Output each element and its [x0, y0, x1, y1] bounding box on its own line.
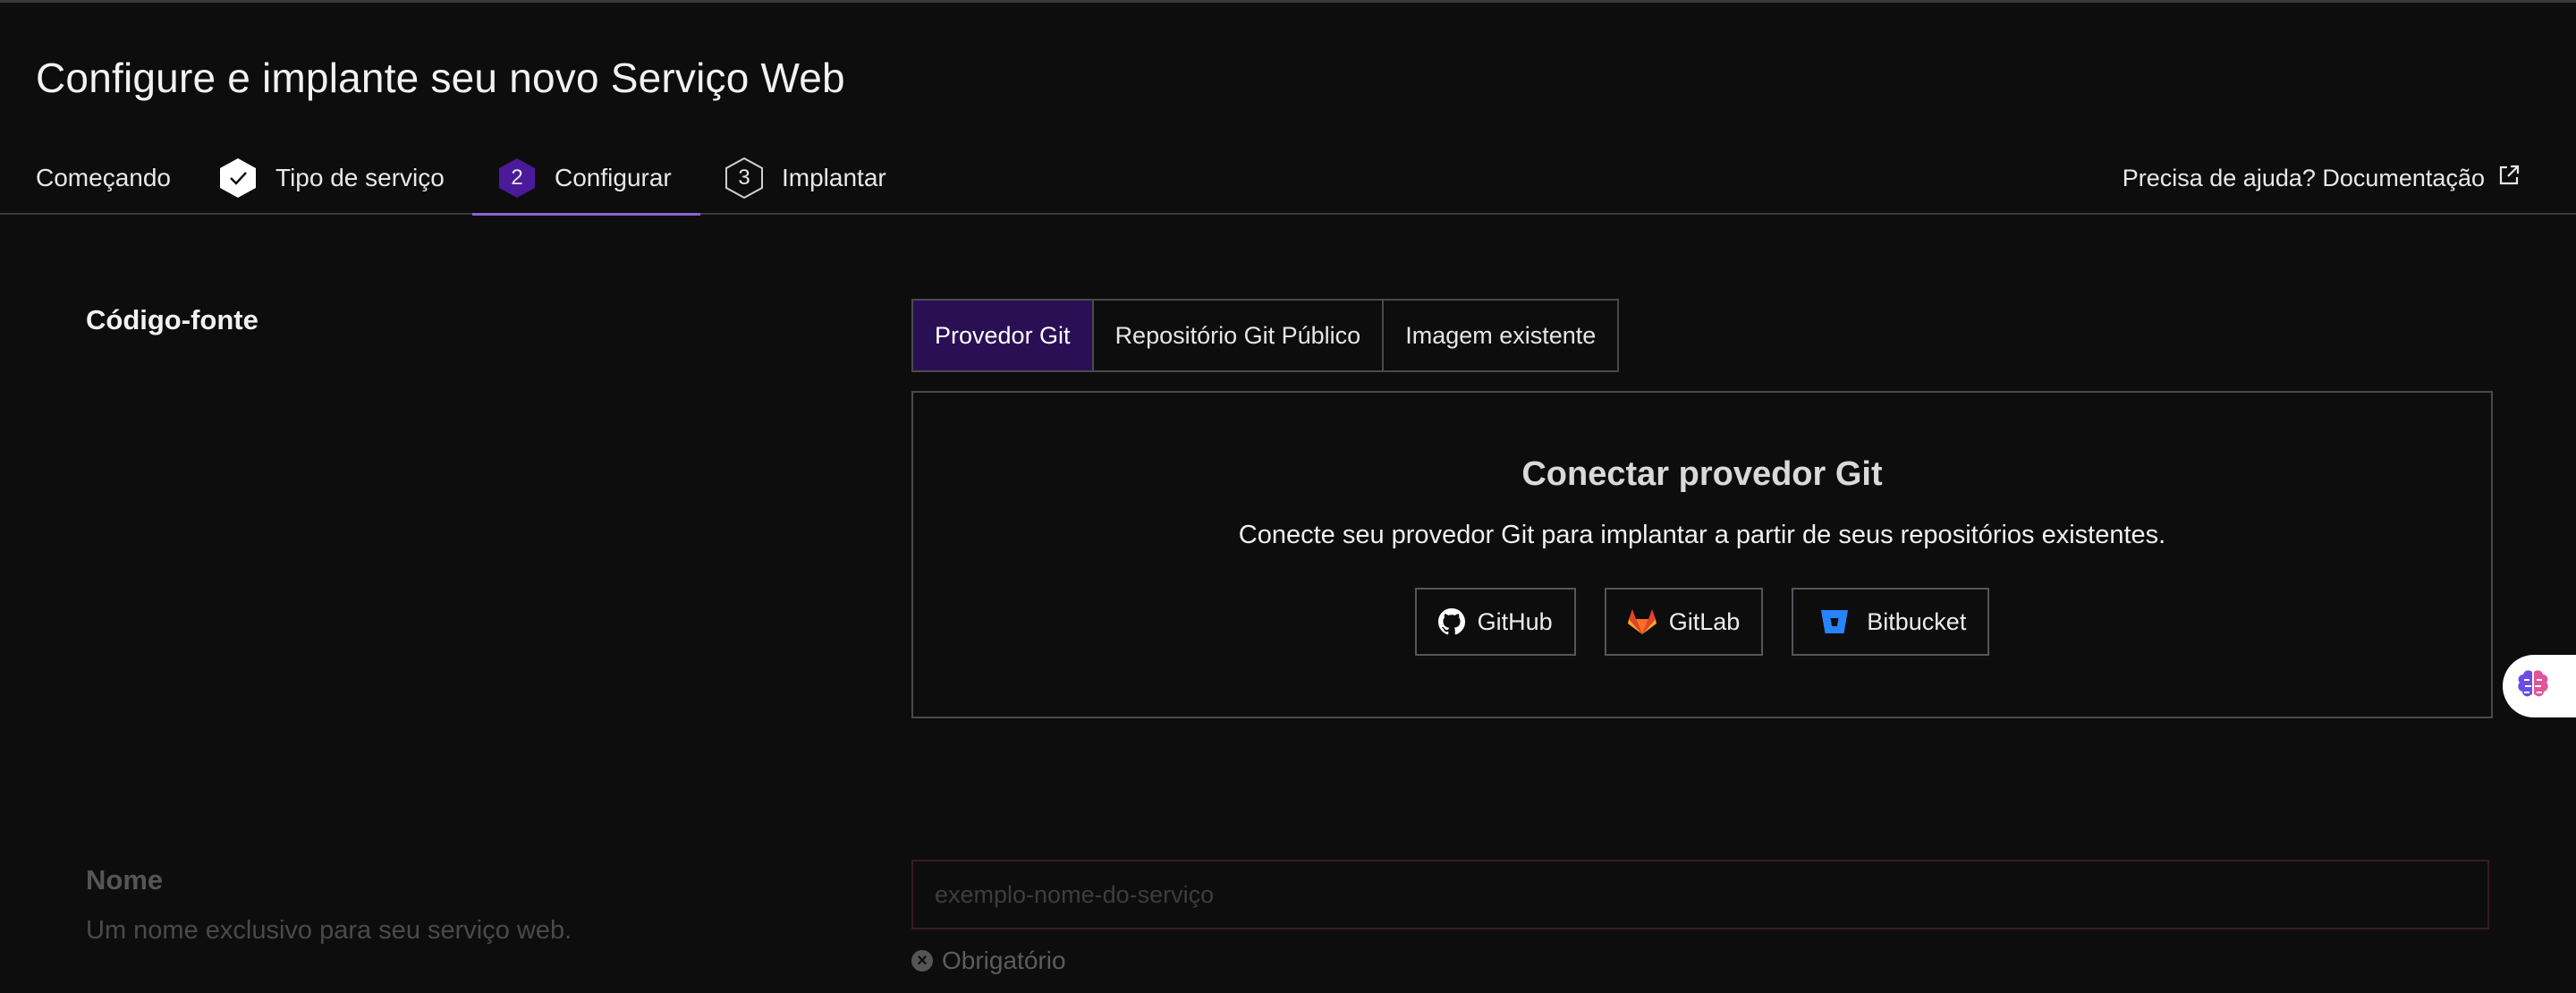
tab-public-git-repo[interactable]: Repositório Git Público — [1094, 301, 1385, 370]
error-x-icon: × — [911, 950, 933, 972]
provider-buttons: GitHub GitLab Bitbucket — [913, 588, 2491, 656]
help-label: Precisa de ajuda? Documentação — [2122, 164, 2485, 191]
source-code-label: Código-fonte — [86, 304, 258, 335]
assistant-brain-button[interactable] — [2503, 655, 2576, 717]
gitlab-label: GitLab — [1668, 607, 1741, 635]
tab-existing-image[interactable]: Imagem existente — [1384, 301, 1617, 370]
gitlab-button[interactable]: GitLab — [1604, 588, 1764, 656]
step-number: 2 — [511, 166, 523, 190]
step-label: Implantar — [782, 164, 886, 191]
external-link-icon — [2497, 164, 2521, 193]
source-type-tabs: Provedor Git Repositório Git Público Ima… — [911, 299, 1620, 372]
step-number-hexagon-icon: 2 — [497, 157, 537, 199]
github-icon — [1437, 608, 1465, 635]
gitlab-icon — [1627, 609, 1657, 634]
wizard-steps: Começando Tipo de serviço 2 Configurar 3… — [0, 143, 2576, 216]
required-message: × Obrigatório — [911, 946, 1066, 975]
step-configure[interactable]: 2 Configurar — [472, 143, 700, 216]
github-button[interactable]: GitHub — [1414, 588, 1576, 656]
step-number: 3 — [738, 166, 750, 190]
name-label: Nome — [86, 864, 164, 895]
required-text: Obrigatório — [942, 946, 1066, 974]
connect-git-title: Conectar provedor Git — [1521, 455, 1883, 493]
connect-git-panel: Conectar provedor Git Conecte seu proved… — [911, 391, 2493, 718]
step-label: Começando — [36, 164, 171, 191]
github-label: GitHub — [1477, 607, 1553, 635]
page-title: Configure e implante seu novo Serviço We… — [36, 55, 845, 101]
step-number-hexagon-icon: 3 — [724, 157, 764, 199]
step-getting-started[interactable]: Começando — [36, 143, 171, 213]
service-name-input[interactable] — [911, 860, 2489, 929]
check-hexagon-icon — [218, 157, 258, 199]
name-description: Um nome exclusivo para seu serviço web. — [86, 916, 572, 945]
tab-git-provider[interactable]: Provedor Git — [913, 301, 1094, 370]
bitbucket-icon — [1821, 610, 1849, 633]
step-service-type[interactable]: Tipo de serviço — [218, 143, 445, 213]
help-documentation-link[interactable]: Precisa de ajuda? Documentação — [2123, 143, 2521, 213]
connect-git-description: Conecte seu provedor Git para implantar … — [1238, 521, 2166, 549]
step-deploy[interactable]: 3 Implantar — [724, 143, 886, 213]
step-label: Configurar — [555, 164, 672, 191]
step-label: Tipo de serviço — [275, 164, 445, 191]
bitbucket-button[interactable]: Bitbucket — [1792, 588, 1990, 656]
brain-icon — [2518, 670, 2548, 697]
top-divider — [0, 0, 2576, 3]
bitbucket-label: Bitbucket — [1867, 607, 1967, 635]
